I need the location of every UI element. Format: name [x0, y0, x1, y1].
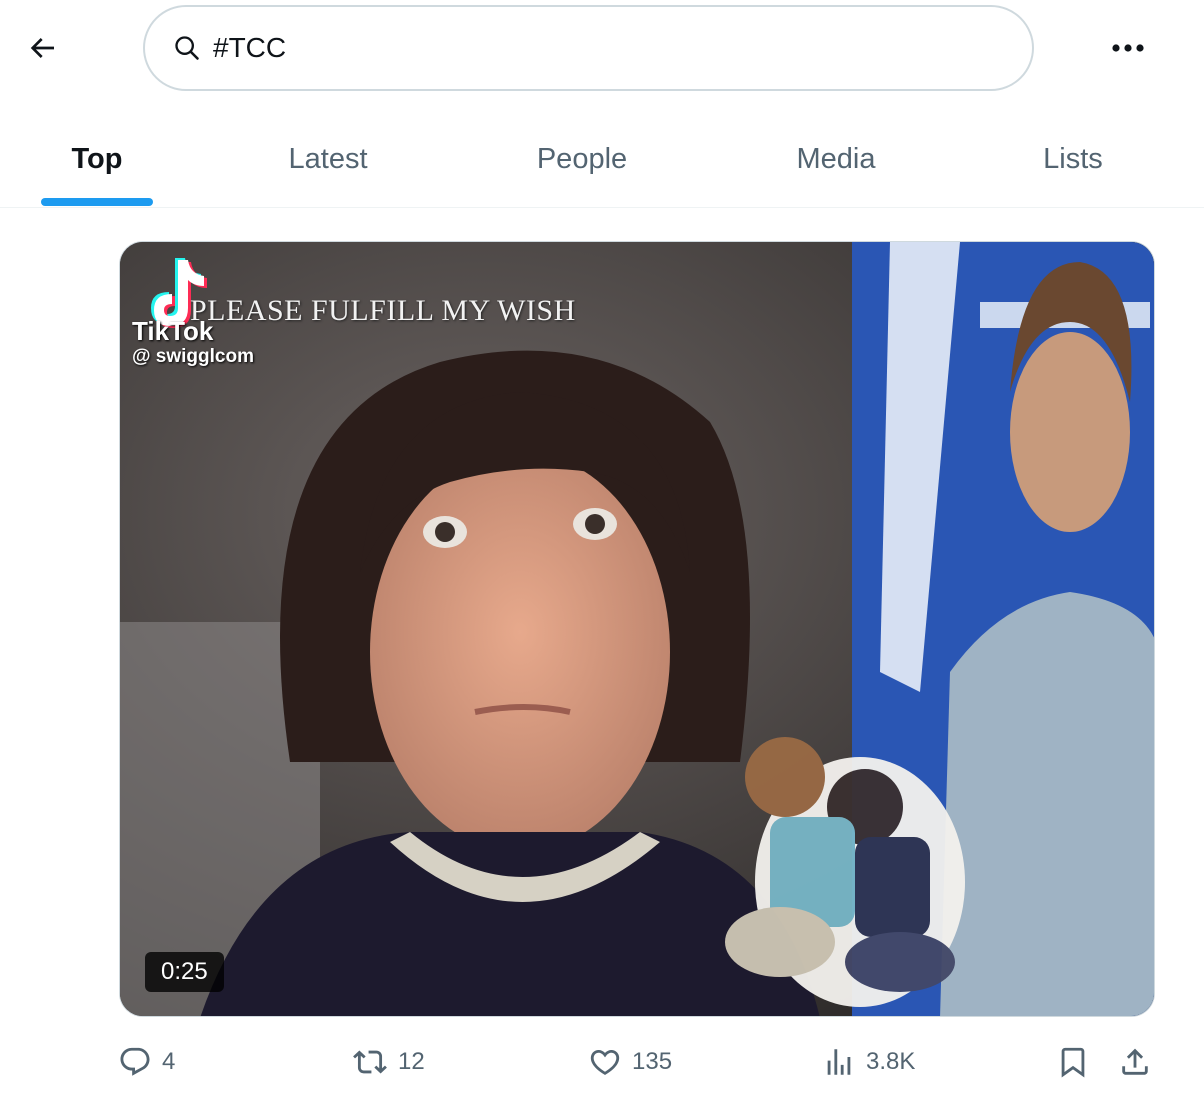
- search-input[interactable]: [213, 32, 973, 64]
- repost-button[interactable]: 12: [352, 1030, 425, 1094]
- like-button[interactable]: 135: [588, 1030, 672, 1094]
- tab-media[interactable]: Media: [766, 110, 906, 208]
- more-button[interactable]: [1100, 24, 1156, 72]
- top-bar: [0, 0, 1204, 96]
- search-tabs: Top Latest People Media Lists: [0, 110, 1204, 208]
- tab-top[interactable]: Top: [41, 110, 153, 208]
- search-box[interactable]: [143, 5, 1034, 91]
- reply-count: 4: [162, 1048, 176, 1075]
- tiktok-handle: @ swigglcom: [132, 346, 254, 367]
- share-button[interactable]: [1118, 1030, 1152, 1094]
- more-dots-icon: [1112, 44, 1144, 52]
- video-duration-badge: 0:25: [145, 952, 224, 992]
- share-icon: [1122, 1048, 1148, 1075]
- bookmark-icon: [1061, 1047, 1085, 1078]
- video-frame: [120, 242, 1154, 1016]
- arrow-left-icon: [30, 38, 54, 58]
- active-tab-indicator: [41, 198, 153, 206]
- back-button[interactable]: [18, 24, 66, 72]
- tab-people[interactable]: People: [512, 110, 652, 208]
- video-caption: PLEASE FULFILL MY WISH: [190, 294, 576, 327]
- views-chart-icon: [827, 1049, 851, 1075]
- reply-button[interactable]: 4: [118, 1030, 175, 1094]
- views-button[interactable]: 3.8K: [822, 1030, 915, 1094]
- tiktok-watermark: TikTok: [132, 316, 214, 346]
- post-video[interactable]: PLEASE FULFILL MY WISH TikTok @ swigglco…: [119, 241, 1155, 1017]
- views-count: 3.8K: [866, 1048, 916, 1075]
- tab-lists[interactable]: Lists: [1010, 110, 1136, 208]
- repost-count: 12: [398, 1048, 425, 1075]
- search-icon: [173, 33, 203, 63]
- reply-icon: [120, 1047, 150, 1076]
- tab-latest[interactable]: Latest: [258, 110, 398, 208]
- bookmark-button[interactable]: [1056, 1030, 1090, 1094]
- repost-icon: [353, 1050, 387, 1074]
- heart-icon: [590, 1049, 620, 1075]
- post-actions: 4 12 135 3.8K: [0, 1030, 1204, 1094]
- like-count: 135: [632, 1048, 673, 1075]
